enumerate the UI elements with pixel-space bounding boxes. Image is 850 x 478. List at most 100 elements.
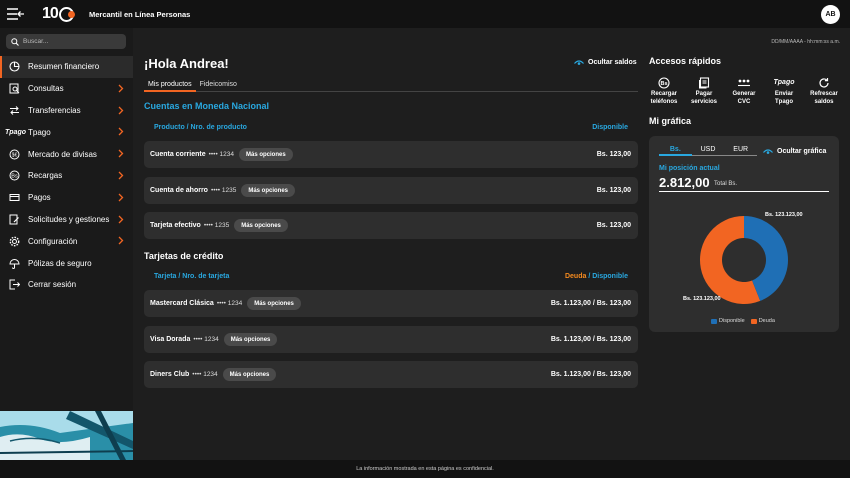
quick-enviar-tpago[interactable]: Tpago Enviar Tpago (764, 76, 804, 106)
quick-generar-cvc[interactable]: Generar CVC (724, 76, 764, 106)
account-number: •••• 1234 (208, 151, 234, 158)
account-number: •••• 1235 (203, 222, 230, 229)
sidebar-item-recargas[interactable]: Bs Recargas (0, 165, 133, 187)
graph-card: Bs. USD EUR Ocultar gráfica Mi posición … (649, 136, 839, 332)
credit-card-row[interactable]: Mastercard Clásica •••• 1234 Más opcione… (144, 290, 638, 317)
cvc-icon (724, 76, 764, 89)
account-amount: Bs. 123,00 (596, 222, 631, 229)
credit-card-row[interactable]: Diners Club •••• 1234 Más opciones Bs. 1… (144, 361, 638, 388)
sidebar-item-tpago[interactable]: Tpago Tpago (0, 121, 133, 143)
sidebar-item-polizas[interactable]: Pólizas de seguro (0, 252, 133, 274)
quick-label-line2: Tpago (775, 98, 793, 105)
search-input[interactable] (23, 38, 123, 45)
card-name: Visa Dorada (150, 336, 191, 343)
currency-icon: $€ (8, 148, 20, 160)
quick-recargar-telefonos[interactable]: Bs Recargar teléfonos (644, 76, 684, 106)
chevron-right-icon (118, 127, 124, 136)
legend-swatch-debt (750, 318, 757, 324)
account-amount: Bs. 123,00 (596, 151, 631, 158)
main-content: DD/MM/AAAA - hh:mm:ss a.m. ¡Hola Andrea!… (133, 28, 850, 460)
sidebar-item-label: Recargas (28, 171, 63, 181)
more-options-button[interactable]: Más opciones (222, 368, 277, 381)
logo[interactable]: 10 (42, 5, 75, 23)
account-row[interactable]: Tarjeta efectivo •••• 1235 Más opciones … (144, 212, 638, 239)
card-number: •••• 1234 (193, 336, 219, 343)
magnify-doc-icon (8, 83, 20, 95)
receipt-icon (684, 76, 724, 89)
eye-icon (574, 59, 584, 65)
chevron-right-icon (118, 84, 124, 93)
sidebar-illustration (0, 411, 133, 460)
greeting-title: ¡Hola Andrea! (144, 56, 229, 71)
umbrella-icon (8, 257, 20, 269)
menu-collapse-icon[interactable] (7, 8, 25, 20)
svg-text:Bs: Bs (11, 174, 18, 180)
quick-label: Generar CVC (724, 91, 764, 106)
account-name: Cuenta de ahorro (150, 187, 208, 194)
sidebar-item-label: Pagos (28, 193, 51, 203)
sidebar-item-label: Solicitudes y gestiones (28, 214, 110, 224)
chevron-right-icon (118, 236, 124, 245)
sidebar-item-label: Tpago (28, 127, 51, 137)
quick-pagar-servicios[interactable]: Pagar servicios (684, 76, 724, 106)
accounts-col-product: Producto / Nro. de producto (154, 124, 247, 131)
more-options-button[interactable]: Más opciones (223, 333, 278, 346)
chevron-right-icon (118, 215, 124, 224)
quick-label-line1: Recargar (650, 91, 677, 97)
sidebar-item-consultas[interactable]: Consultas (0, 78, 133, 100)
sidebar-item-transferencias[interactable]: Transferencias (0, 100, 133, 122)
sidebar-item-resumen[interactable]: Resumen financiero (0, 56, 133, 78)
account-row[interactable]: Cuenta de ahorro •••• 1235 Más opciones … (144, 177, 638, 204)
quick-label: Enviar Tpago (764, 91, 804, 106)
cards-col-available: Disponible (592, 273, 628, 280)
card-amount: Bs. 1.123,00 / Bs. 123,00 (550, 336, 631, 343)
search-box[interactable] (6, 34, 126, 49)
hide-balances-button[interactable]: Ocultar saldos (574, 59, 637, 66)
sidebar-nav: Resumen financiero Consultas Transferenc… (0, 56, 133, 296)
quick-label-line2: CVC (737, 98, 751, 105)
more-options-button[interactable]: Más opciones (247, 297, 301, 310)
more-options-button[interactable]: Más opciones (241, 184, 296, 197)
sidebar-item-label: Mercado de divisas (28, 149, 97, 159)
donut-label-available: Bs. 123.123,00 (765, 212, 803, 218)
sidebar-item-label: Resumen financiero (28, 62, 100, 72)
sidebar-item-cerrar-sesion[interactable]: Cerrar sesión (0, 274, 133, 296)
sidebar-item-configuracion[interactable]: Configuración (0, 230, 133, 252)
more-options-button[interactable]: Más opciones (239, 148, 293, 161)
sidebar-item-divisas[interactable]: $€ Mercado de divisas (0, 143, 133, 165)
card-amount: Bs. 1.123,00 / Bs. 123,00 (550, 371, 631, 378)
tab-mis-productos[interactable]: Mis productos (144, 81, 196, 92)
accounts-section-title: Cuentas en Moneda Nacional (144, 101, 270, 111)
gear-icon (8, 235, 20, 247)
cards-col-card: Tarjeta / Nro. de tarjeta (154, 273, 230, 280)
quick-label-line2: teléfonos (650, 98, 678, 105)
accounts-col-balance: Disponible (592, 124, 628, 131)
quick-refrescar-saldos[interactable]: Refrescar saldos (804, 76, 844, 106)
more-options-button[interactable]: Más opciones (234, 219, 288, 232)
card-name: Mastercard Clásica (150, 300, 214, 307)
credit-card-row[interactable]: Visa Dorada •••• 1234 Más opciones Bs. 1… (144, 326, 638, 353)
product-tabs: Mis productos Fideicomiso (144, 81, 638, 92)
card-number: •••• 1234 (192, 371, 218, 378)
top-bar: 10 Mercantil en Línea Personas AB (0, 0, 850, 28)
sidebar-item-label: Pólizas de seguro (28, 258, 92, 268)
account-name: Cuenta corriente (150, 151, 206, 158)
donut-label-debt: Bs. 123.123,00 (683, 296, 721, 302)
svg-text:$€: $€ (11, 152, 17, 158)
sidebar-item-pagos[interactable]: Pagos (0, 187, 133, 209)
tab-fideicomiso[interactable]: Fideicomiso (196, 81, 241, 92)
quick-label-line1: Enviar (774, 91, 794, 97)
account-row[interactable]: Cuenta corriente •••• 1234 Más opciones … (144, 141, 638, 168)
card-number: •••• 1234 (216, 300, 243, 307)
hide-balances-label: Ocultar saldos (588, 59, 637, 66)
user-avatar[interactable]: AB (821, 5, 840, 24)
sidebar: Resumen financiero Consultas Transferenc… (0, 28, 133, 460)
quick-label: Refrescar saldos (804, 91, 844, 106)
sidebar-item-solicitudes[interactable]: Solicitudes y gestiones (0, 209, 133, 231)
card-amount: Bs. 1.123,00 / Bs. 123,00 (550, 300, 631, 307)
edit-doc-icon (8, 213, 20, 225)
quick-access-title: Accesos rápidos (649, 56, 722, 66)
svg-text:Bs: Bs (660, 81, 667, 87)
quick-label-line1: Refrescar (810, 91, 838, 97)
sidebar-item-label: Consultas (28, 84, 64, 94)
